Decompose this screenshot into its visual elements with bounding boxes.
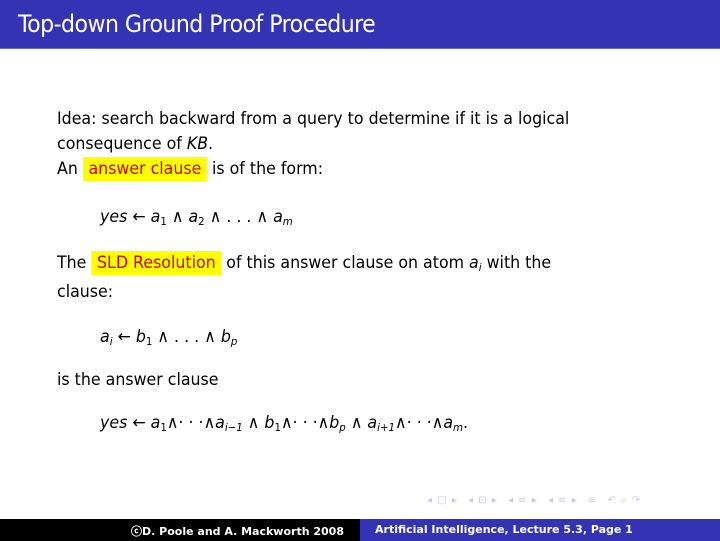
and-symbol: ∧ [166,413,179,433]
atom: b [135,327,146,347]
and-symbol: ∧ [247,413,260,433]
arrow-symbol: ← [132,207,146,227]
text: of this answer clause on atom [226,253,465,273]
and-symbol: ∧ [317,413,330,433]
and-symbol: ∧ [395,413,407,433]
dots: . . . [174,327,200,347]
atom: a [273,207,283,227]
footer: ⓒD. Poole and A. Mackworth 2008 Artifici… [0,519,720,541]
period: . [463,413,469,433]
and-symbol: ∧ [204,327,216,347]
idea-line-2: consequence of KB. [57,132,569,157]
and-symbol: ∧ [431,413,444,433]
cdots: · · · [292,413,318,433]
subscript: 2 [198,215,205,228]
atom: a [188,207,199,227]
yes-term: yes [100,207,128,227]
and-symbol: ∧ [350,413,363,433]
and-symbol: ∧ [256,207,269,227]
subscript: i [478,261,482,274]
subscript: i−1 [224,421,243,434]
subscript: m [453,421,464,434]
sld-line-1: The SLD Resolution of this answer clause… [57,251,551,280]
arrow-symbol: ← [132,413,146,433]
atom: a [150,207,161,227]
subscript: 1 [160,215,167,228]
lecture-info-text: Artificial Intelligence, Lecture 5.3, Pa… [375,523,633,536]
atom: a [469,253,479,273]
yes-term: yes [100,413,128,433]
sld-line-2: clause: [57,282,114,302]
formula-answer-clause: yes ← a1 ∧ a2 ∧ . . . ∧ am [100,207,293,228]
formula-resolvent: yes ← a1∧· · ·∧ai−1 ∧ b1∧· · ·∧bp ∧ ai+1… [100,413,468,434]
title-bar: Top-down Ground Proof Procedure [0,0,720,49]
section-nav-icon[interactable]: ◂ ≡ ▸ [508,495,538,506]
atom: b [329,413,340,433]
subsection-nav-icon[interactable]: ◂ ⊡ ▸ [468,495,498,506]
kb-term: KB [186,134,209,154]
subscript: m [282,215,293,228]
and-symbol: ∧ [171,207,184,227]
subscript: i [109,335,113,348]
atom: b [220,327,231,347]
atom: a [100,327,110,347]
text: . [208,134,214,154]
footer-author: ⓒD. Poole and A. Mackworth 2008 [0,519,360,541]
slide-title: Top-down Ground Proof Procedure [18,10,376,38]
text: is of the form: [211,159,324,179]
atom: a [215,413,225,433]
subsection-list-nav-icon[interactable]: ◂ ≡ ▸ [548,495,578,506]
answer-clause-highlight: answer clause [82,157,207,181]
and-symbol: ∧ [209,207,222,227]
sld-resolution-highlight: SLD Resolution [91,251,222,275]
footer-lecture: Artificial Intelligence, Lecture 5.3, Pa… [360,519,720,541]
subscript: i+1 [377,421,396,434]
text: with the [486,253,552,273]
copyright-text: ⓒD. Poole and A. Mackworth 2008 [131,525,344,538]
text: consequence of [57,134,187,154]
toc-icon[interactable]: ≡ [588,495,597,506]
arrow-symbol: ← [117,327,131,347]
atom: a [443,413,454,433]
sld-paragraph: The SLD Resolution of this answer clause… [57,251,551,305]
cdots: · · · [406,413,432,433]
and-symbol: ∧ [280,413,293,433]
and-symbol: ∧ [157,327,170,347]
search-back-forward-icon[interactable]: ↶ ⌕ ↷ [608,495,642,506]
atom: a [367,413,378,433]
subscript: 1 [145,335,153,348]
idea-line-1: Idea: search backward from a query to de… [57,109,570,129]
cdots: · · · [178,413,204,433]
result-label: is the answer clause [57,370,219,390]
formula-clause: ai ← b1 ∧ . . . ∧ bp [100,327,237,348]
and-symbol: ∧ [203,413,216,433]
text: An [57,159,78,179]
atom: a [150,413,161,433]
answer-clause-line: An answer clause is of the form: [57,157,569,182]
frame-nav-icon[interactable]: ◂ □ ▸ [427,495,458,506]
atom: b [264,413,275,433]
subscript: p [339,421,346,434]
text: The [57,253,87,273]
dots: . . . [226,207,252,227]
idea-paragraph: Idea: search backward from a query to de… [57,107,569,182]
beamer-navigation: ◂ □ ▸ ◂ ⊡ ▸ ◂ ≡ ▸ ◂ ≡ ▸ ≡ ↶ ⌕ ↷ [427,495,647,506]
subscript: p [230,335,238,348]
